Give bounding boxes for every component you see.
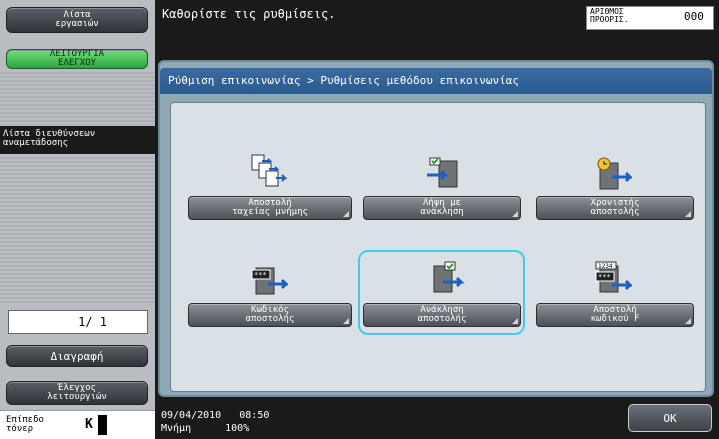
destination-counter-label: ΑΡΙΘΜΟΣ ΠΡΟΟΡΙΣ. [590,7,629,24]
datetime: 09/04/2010 08:50 [161,410,270,421]
quick-memory-tx-icon [251,154,288,187]
instruction-message: Καθορίστε τις ρυθμίσεις. [162,7,336,21]
toner-color-label: K [85,417,93,432]
f-code-tx-icon: 1234 *** [595,261,632,293]
timer-tx-button[interactable]: Χρονιστής αποστολής [536,196,694,220]
password-tx-icon: *** [251,267,288,295]
polling-rx-button[interactable]: Λήψη με ανάκληση [363,196,521,220]
polling-rx-icon [427,157,458,188]
password-tx-button[interactable]: Κωδικός αποστολής [188,303,352,327]
sidebar-stripe-top [0,70,155,125]
ok-button[interactable]: OK [628,404,712,432]
control-function-button[interactable]: ΛΕΙΤΟΥΡΓΙΑ ΕΛΕΓΧΟΥ [6,49,148,69]
sidebar-stripe-mid [0,155,155,305]
memory-status: Μνήμη 100% [161,424,249,434]
breadcrumb: Ρύθμιση επικοινωνίας > Ρυθμίσεις μεθόδου… [168,74,519,87]
svg-text:1234: 1234 [598,263,613,270]
polling-tx-button[interactable]: Ανάκληση αποστολής [363,303,521,327]
svg-text:***: *** [254,271,267,279]
svg-text:***: *** [598,273,611,281]
toner-label: Επίπεδο τόνερ [6,415,44,434]
quick-memory-tx-button[interactable]: Αποστολή ταχείας μνήμης [188,196,352,220]
toner-bar [98,415,107,435]
address-list-tab[interactable]: Λίστα διευθύνσεων αναμετάδοσης [0,126,155,154]
memory-value: 100% [225,423,250,434]
page-indicator: 1/ 1 [8,310,148,334]
destination-counter-value: 000 [684,10,704,23]
delete-button[interactable]: Διαγραφή [6,345,148,367]
check-functions-button[interactable]: Έλεγχος λειτουργιών [6,381,148,405]
timer-tx-icon [597,157,632,190]
f-code-tx-button[interactable]: Αποστολή κωδικού F [536,303,694,327]
job-list-button[interactable]: Λίστα εργασιών [6,7,148,33]
memory-label: Μνήμη [161,423,192,434]
function-grid [170,102,706,392]
